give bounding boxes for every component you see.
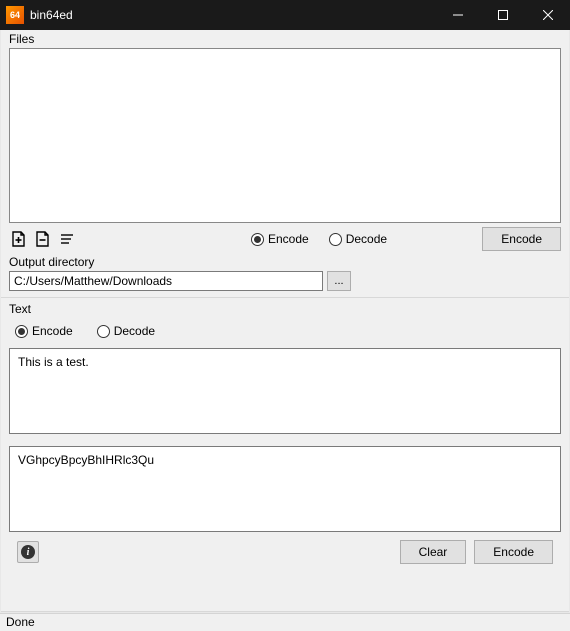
add-file-button[interactable]: [9, 229, 29, 249]
file-encode-radio-label: Encode: [268, 232, 309, 246]
clear-button[interactable]: Clear: [400, 540, 467, 564]
status-text: Done: [6, 615, 35, 629]
text-decode-radio-label: Decode: [114, 324, 155, 338]
close-button[interactable]: [525, 0, 570, 30]
remove-file-button[interactable]: [33, 229, 53, 249]
file-decode-radio[interactable]: Decode: [329, 232, 387, 246]
text-encode-radio-label: Encode: [32, 324, 73, 338]
maximize-button[interactable]: [480, 0, 525, 30]
app-icon: 64: [6, 6, 24, 24]
title-bar: 64 bin64ed: [0, 0, 570, 30]
status-bar: Done: [0, 613, 570, 631]
files-label: Files: [1, 30, 569, 48]
window-title: bin64ed: [30, 8, 435, 22]
minimize-button[interactable]: [435, 0, 480, 30]
output-directory-input[interactable]: [9, 271, 323, 291]
clear-files-button[interactable]: [57, 229, 77, 249]
text-output[interactable]: [9, 446, 561, 532]
files-list[interactable]: [9, 48, 561, 223]
output-directory-label: Output directory: [9, 253, 561, 271]
file-action-button[interactable]: Encode: [482, 227, 561, 251]
text-input[interactable]: [9, 348, 561, 434]
text-label: Text: [9, 300, 561, 318]
text-encode-radio[interactable]: Encode: [15, 324, 73, 338]
browse-button[interactable]: ...: [327, 271, 351, 291]
file-decode-radio-label: Decode: [346, 232, 387, 246]
about-button[interactable]: i: [17, 541, 39, 563]
info-icon: i: [21, 545, 35, 559]
file-encode-radio[interactable]: Encode: [251, 232, 309, 246]
text-decode-radio[interactable]: Decode: [97, 324, 155, 338]
text-encode-button[interactable]: Encode: [474, 540, 553, 564]
